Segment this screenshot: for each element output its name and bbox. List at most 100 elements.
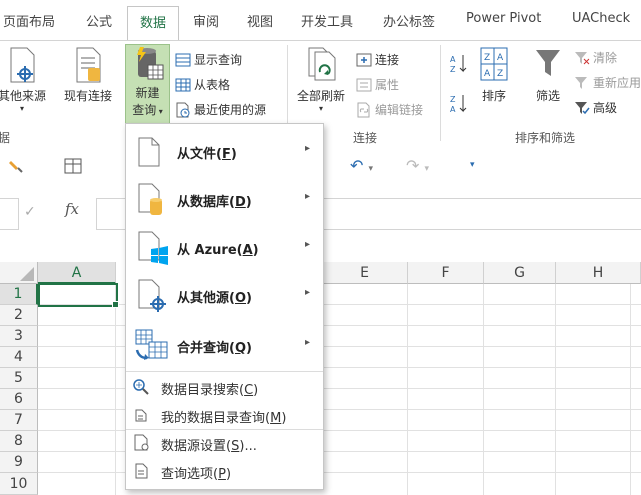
recent-sources-label: 最近使用的源 [194,103,267,117]
menu-item-label: 从文件(F) [177,147,237,162]
menu-item-query-options[interactable]: 查询选项(P) [126,460,323,482]
format-painter-button[interactable] [8,158,24,177]
menu-item-combine-queries[interactable]: 合并查询(Q) ▸ [126,322,323,370]
column-header-h[interactable]: H [556,262,641,284]
filter-label: 筛选 [535,89,560,103]
advanced-label: 高级 [593,101,618,115]
refresh-all-button[interactable]: 全部刷新 ▾ [290,46,352,113]
undo-icon: ↶ [350,156,364,175]
insert-function-button[interactable]: fx [65,200,79,218]
customize-toolbar-button[interactable]: ▾ [470,160,475,170]
redo-icon: ↷ [406,156,420,175]
tab-uacheck[interactable]: UACheck [572,11,630,31]
tab-office-tab[interactable]: 办公标签 [383,11,435,31]
tab-review[interactable]: 审阅 [193,11,219,31]
sort-ascending-button[interactable]: AZ [450,53,468,78]
query-options-icon [135,463,148,479]
enter-check-icon[interactable]: ✓ [24,204,36,220]
sort-descending-icon: ZA [450,95,467,114]
properties-label: 属性 [375,78,400,92]
sort-descending-button[interactable]: ZA [450,93,468,118]
menu-item-from-azure[interactable]: 从 Azure(A) ▸ [126,224,323,272]
row-header-3[interactable]: 3 [0,326,38,347]
row-header-2[interactable]: 2 [0,305,38,326]
reapply-button[interactable]: 重新应用 [574,74,641,91]
gridline [630,284,631,495]
undo-button[interactable]: ↶ ▾ [350,156,373,175]
show-queries-button[interactable]: 显示查询 [175,51,242,68]
name-box[interactable] [0,198,19,230]
svg-text:A: A [484,69,491,79]
menu-item-my-catalog-queries[interactable]: 我的数据目录查询(M) [126,404,323,426]
sort-button[interactable]: Z A A Z 排序 [474,46,514,104]
tab-formulas[interactable]: 公式 [86,11,112,31]
svg-text:A: A [450,105,456,114]
properties-button[interactable]: 属性 [356,76,399,93]
data-source-settings-icon [134,434,149,451]
new-query-button[interactable]: 新建 查询 ▾ [125,44,170,126]
other-sources-button[interactable]: 其他来源 ▾ [0,46,48,113]
redo-button[interactable]: ↷ ▾ [406,156,429,175]
tab-data[interactable]: 数据 [127,6,179,40]
filter-button[interactable]: 筛选 [528,46,568,104]
menu-item-from-other-sources[interactable]: 从其他源(O) ▸ [126,272,323,320]
reapply-icon [575,76,587,89]
tab-developer[interactable]: 开发工具 [301,11,353,31]
from-table-icon [175,78,191,91]
edit-links-button[interactable]: 编辑链接 [356,101,423,118]
properties-icon [356,78,372,91]
refresh-all-label: 全部刷新 [296,89,345,103]
connections-label: 连接 [375,53,400,67]
column-header-e[interactable]: E [322,262,408,284]
connections-button[interactable]: 连接 [356,51,399,68]
submenu-arrow-icon: ▸ [305,287,311,298]
submenu-arrow-icon: ▸ [305,337,311,348]
existing-connections-label: 现有连接 [63,89,112,103]
filter-icon [536,50,560,76]
menu-item-from-database[interactable]: 从数据库(D) ▸ [126,176,323,224]
selected-cell-a1[interactable] [38,283,118,307]
menu-item-label: 从 Azure(A) [177,243,259,258]
column-header-a[interactable]: A [38,262,116,284]
column-header-g[interactable]: G [484,262,556,284]
fill-handle[interactable] [112,301,119,308]
clear-filter-button[interactable]: 清除 [574,49,617,66]
menu-item-label: 查询选项(P) [161,467,232,482]
svg-text:A: A [450,55,456,64]
format-painter-icon [9,161,23,173]
menu-item-label: 数据源设置(S)... [161,439,257,454]
advanced-filter-button[interactable]: 高级 [574,99,617,116]
existing-connections-button[interactable]: 现有连接 [58,46,118,104]
azure-icon [138,231,168,265]
menu-item-data-source-settings[interactable]: 数据源设置(S)... [126,432,323,454]
column-header-f[interactable]: F [408,262,484,284]
from-table-button[interactable]: 从表格 [175,76,230,93]
svg-text:A: A [497,53,504,63]
show-queries-icon [175,53,191,66]
tab-view[interactable]: 视图 [247,11,273,31]
row-header-9[interactable]: 9 [0,452,38,473]
other-sources-icon [138,279,166,312]
new-query-label-line1: 新建 [135,86,160,100]
recent-sources-button[interactable]: 最近使用的源 [175,101,266,118]
row-header-8[interactable]: 8 [0,431,38,452]
from-table-label: 从表格 [194,78,231,92]
other-sources-icon [10,47,35,83]
select-all-corner[interactable] [0,262,38,284]
row-header-7[interactable]: 7 [0,410,38,431]
table-tool-button[interactable] [64,158,82,177]
row-header-1[interactable]: 1 [0,284,38,305]
my-catalog-queries-icon [135,409,147,422]
menu-item-label: 我的数据目录查询(M) [161,411,287,426]
row-header-6[interactable]: 6 [0,389,38,410]
row-header-10[interactable]: 10 [0,473,38,495]
tab-power-pivot[interactable]: Power Pivot [466,11,541,31]
edit-links-icon [357,102,370,117]
menu-item-data-catalog-search[interactable]: 数据目录搜索(C) [126,376,323,398]
menu-item-label: 数据目录搜索(C) [161,383,259,398]
edit-links-label: 编辑链接 [375,103,424,117]
tab-page-layout[interactable]: 页面布局 [3,11,55,31]
row-header-4[interactable]: 4 [0,347,38,368]
row-header-5[interactable]: 5 [0,368,38,389]
menu-item-from-file[interactable]: 从文件(F) ▸ [126,128,323,176]
